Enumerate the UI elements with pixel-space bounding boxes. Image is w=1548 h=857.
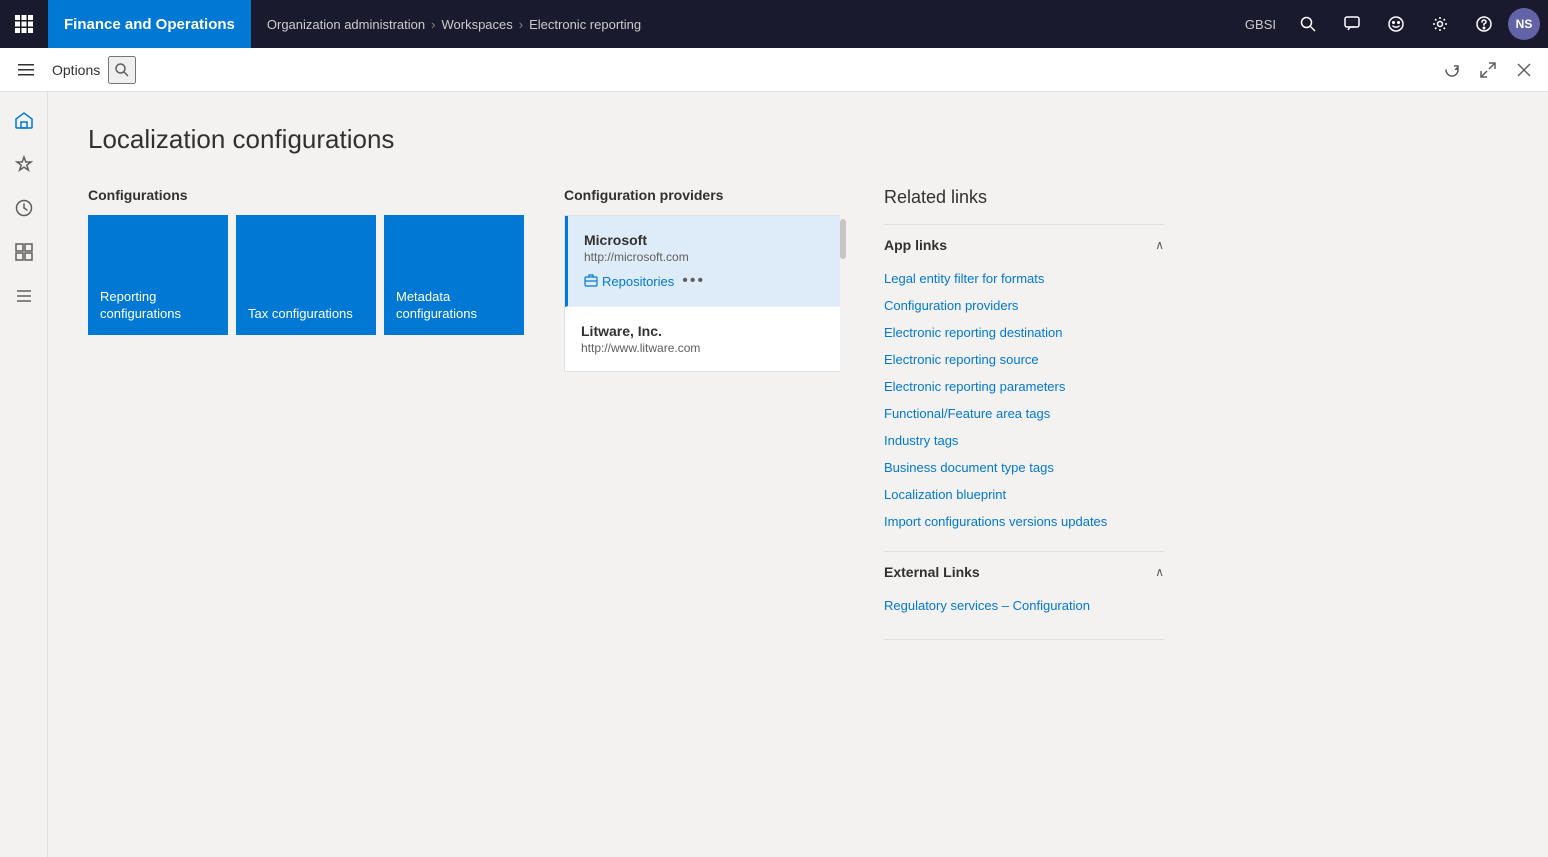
provider-url-litware: http://www.litware.com: [581, 341, 827, 355]
main-container: Localization configurations Configuratio…: [0, 92, 1548, 857]
link-industry-tags[interactable]: Industry tags: [884, 427, 1164, 454]
sidebar-item-favorites[interactable]: [4, 144, 44, 184]
link-group-external-header[interactable]: External Links ∧: [884, 552, 1164, 592]
nav-left: Finance and Operations Organization admi…: [0, 0, 1237, 48]
top-navigation: Finance and Operations Organization admi…: [0, 0, 1548, 48]
app-title: Finance and Operations: [48, 0, 251, 48]
breadcrumb-sep-2: ›: [519, 17, 523, 32]
providers-list-wrapper: Microsoft http://microsoft.com Repositor…: [564, 215, 844, 372]
provider-name-microsoft: Microsoft: [584, 232, 827, 248]
link-er-destination[interactable]: Electronic reporting destination: [884, 319, 1164, 346]
hamburger-button[interactable]: [8, 52, 44, 88]
link-regulatory-services[interactable]: Regulatory services – Configuration: [884, 592, 1164, 619]
external-links-list: Regulatory services – Configuration: [884, 592, 1164, 631]
content-area: Localization configurations Configuratio…: [48, 92, 1548, 857]
configurations-heading: Configurations: [88, 187, 524, 203]
nav-right: GBSI: [1237, 4, 1548, 44]
repositories-link[interactable]: Repositories: [584, 274, 674, 289]
external-links-title: External Links: [884, 564, 980, 580]
provider-item-microsoft[interactable]: Microsoft http://microsoft.com Repositor…: [565, 216, 843, 307]
options-label: Options: [52, 62, 100, 78]
left-sidebar: [0, 92, 48, 857]
link-import-configs[interactable]: Import configurations versions updates: [884, 508, 1164, 535]
provider-url-microsoft: http://microsoft.com: [584, 250, 827, 264]
app-links-title: App links: [884, 237, 947, 253]
close-button[interactable]: [1508, 54, 1540, 86]
settings-button[interactable]: [1420, 4, 1460, 44]
link-group-app: App links ∧ Legal entity filter for form…: [884, 224, 1164, 547]
scrollbar-track: [840, 215, 846, 372]
expand-button[interactable]: [1472, 54, 1504, 86]
gbsi-label: GBSI: [1237, 17, 1284, 32]
waffle-button[interactable]: [0, 0, 48, 48]
emoji-button[interactable]: [1376, 4, 1416, 44]
related-links-heading: Related links: [884, 187, 1164, 208]
related-links-section: Related links App links ∧ Legal entity f…: [884, 187, 1164, 640]
sidebar-item-modules[interactable]: [4, 276, 44, 316]
app-links-chevron: ∧: [1155, 238, 1164, 252]
repositories-label: Repositories: [602, 274, 674, 289]
link-localization-blueprint[interactable]: Localization blueprint: [884, 481, 1164, 508]
link-legal-entity[interactable]: Legal entity filter for formats: [884, 265, 1164, 292]
secondary-nav-actions: [1436, 54, 1540, 86]
link-config-providers[interactable]: Configuration providers: [884, 292, 1164, 319]
link-functional-tags[interactable]: Functional/Feature area tags: [884, 400, 1164, 427]
scrollbar-thumb[interactable]: [840, 219, 846, 259]
link-group-external: External Links ∧ Regulatory services – C…: [884, 551, 1164, 631]
configuration-providers-section: Configuration providers Microsoft http:/…: [564, 187, 844, 372]
providers-list[interactable]: Microsoft http://microsoft.com Repositor…: [564, 215, 844, 372]
refresh-button[interactable]: [1436, 54, 1468, 86]
metadata-config-tile[interactable]: Metadata configurations: [384, 215, 524, 335]
page-title: Localization configurations: [88, 124, 1508, 155]
external-links-chevron: ∧: [1155, 565, 1164, 579]
secondary-navigation: Options: [0, 48, 1548, 92]
breadcrumb: Organization administration › Workspaces…: [251, 17, 657, 32]
user-avatar[interactable]: NS: [1508, 8, 1540, 40]
tax-config-tile[interactable]: Tax configurations: [236, 215, 376, 335]
link-biz-doc-tags[interactable]: Business document type tags: [884, 454, 1164, 481]
provider-name-litware: Litware, Inc.: [581, 323, 827, 339]
provider-actions-microsoft: Repositories •••: [584, 272, 827, 290]
chat-button[interactable]: [1332, 4, 1372, 44]
sidebar-item-recent[interactable]: [4, 188, 44, 228]
link-er-source[interactable]: Electronic reporting source: [884, 346, 1164, 373]
sections-wrapper: Configurations Reporting configurations …: [88, 187, 1508, 640]
bottom-divider: [884, 639, 1164, 640]
search-button[interactable]: [1288, 4, 1328, 44]
sidebar-item-home[interactable]: [4, 100, 44, 140]
help-button[interactable]: [1464, 4, 1504, 44]
options-search-button[interactable]: [108, 56, 136, 84]
config-tiles: Reporting configurations Tax configurati…: [88, 215, 524, 335]
more-options[interactable]: •••: [682, 272, 705, 290]
provider-item-litware[interactable]: Litware, Inc. http://www.litware.com: [565, 307, 843, 371]
providers-heading: Configuration providers: [564, 187, 844, 203]
app-links-list: Legal entity filter for formats Configur…: [884, 265, 1164, 547]
link-er-parameters[interactable]: Electronic reporting parameters: [884, 373, 1164, 400]
link-group-app-header[interactable]: App links ∧: [884, 225, 1164, 265]
sidebar-item-workspaces[interactable]: [4, 232, 44, 272]
configurations-section: Configurations Reporting configurations …: [88, 187, 524, 335]
reporting-config-tile[interactable]: Reporting configurations: [88, 215, 228, 335]
breadcrumb-sep-1: ›: [431, 17, 435, 32]
